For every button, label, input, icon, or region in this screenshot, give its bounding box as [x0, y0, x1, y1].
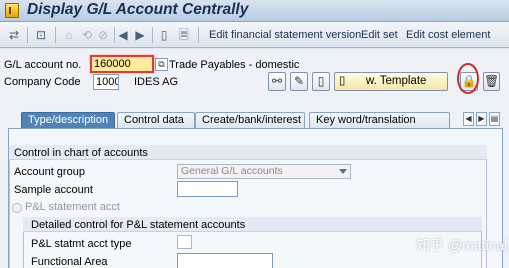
with-template-label: w. Template [365, 75, 427, 87]
previous-icon[interactable]: ◀ [118, 28, 128, 42]
sample-account-label: Sample account [14, 184, 93, 196]
functional-area-input[interactable] [177, 253, 273, 268]
tab-list-icon[interactable]: ▤ [489, 112, 500, 126]
account-group-label: Account group [14, 166, 85, 178]
tab-create-bank-interest[interactable]: Create/bank/interest [195, 112, 305, 128]
company-name: IDES AG [134, 76, 179, 88]
company-code-label: Company Code [4, 76, 81, 88]
tab-scroll-right-icon[interactable]: ▶ [476, 112, 487, 126]
gl-account-input[interactable] [90, 55, 154, 73]
document-icon[interactable]: ▯ [158, 28, 170, 42]
sap-app-icon [5, 3, 19, 18]
tab-control-data[interactable]: Control data [117, 112, 195, 128]
display-change-icon[interactable]: ⇄ [7, 28, 21, 42]
gl-account-detail-icon[interactable]: ⧉ [155, 58, 168, 71]
pl-statement-acct-radio[interactable] [12, 203, 22, 213]
chevron-down-icon [339, 169, 347, 174]
create-page-icon[interactable]: ▯ [312, 72, 330, 91]
where-used-icon[interactable]: ⌂ [62, 28, 76, 42]
title-bar: Display G/L Account Centrally [0, 0, 509, 22]
tab-type-description[interactable]: Type/description [21, 112, 115, 128]
refresh-icon[interactable]: ⟲ [80, 28, 94, 42]
edit-financial-statement-version-button[interactable]: Edit financial statement version [209, 29, 361, 41]
edit-pencil-icon[interactable]: ✎ [290, 72, 308, 91]
edit-set-button[interactable]: Edit set [361, 29, 398, 41]
gl-account-label: G/L account no. [4, 59, 82, 71]
pl-statmt-acct-type-label: P&L statmt acct type [31, 238, 132, 250]
with-template-button[interactable]: ▯ w. Template [334, 72, 448, 91]
sample-account-input[interactable] [177, 181, 238, 197]
watermark: 知乎 @matinal [416, 237, 508, 253]
tab-scroll-left-icon[interactable]: ◀ [463, 112, 474, 126]
window-title: Display G/L Account Centrally [27, 1, 249, 18]
glasses-display-icon[interactable]: ⚯ [268, 72, 286, 91]
note-icon[interactable]: 🗏 [177, 28, 191, 42]
pl-statement-acct-label: P&L statement acct [25, 201, 120, 213]
account-group-select[interactable]: General G/L accounts [177, 164, 351, 179]
tab-key-word-translation[interactable]: Key word/translation [309, 112, 450, 128]
template-page-icon: ▯ [339, 75, 346, 87]
pl-control-title: Detailed control for P&L statement accou… [31, 219, 246, 231]
lock-highlight-circle [457, 63, 479, 94]
delete-trash-icon[interactable]: 🗑 [483, 72, 500, 91]
edit-cost-element-button[interactable]: Edit cost element [406, 29, 490, 41]
other-object-icon[interactable]: ⊡ [34, 28, 48, 42]
gl-account-description: Trade Payables - domestic [169, 59, 300, 71]
coa-control-title: Control in chart of accounts [14, 147, 148, 159]
account-group-value: General G/L accounts [181, 165, 283, 177]
next-icon[interactable]: ▶ [135, 28, 145, 42]
company-code-input[interactable] [93, 74, 119, 90]
pl-statmt-acct-type-field[interactable] [177, 235, 192, 249]
check-icon[interactable]: ⊘ [97, 28, 109, 42]
functional-area-label: Functional Area [31, 256, 108, 268]
application-toolbar: ⇄ ⊡ ⌂ ⟲ ⊘ ◀ ▶ ▯ 🗏 Edit financial stateme… [0, 22, 509, 48]
